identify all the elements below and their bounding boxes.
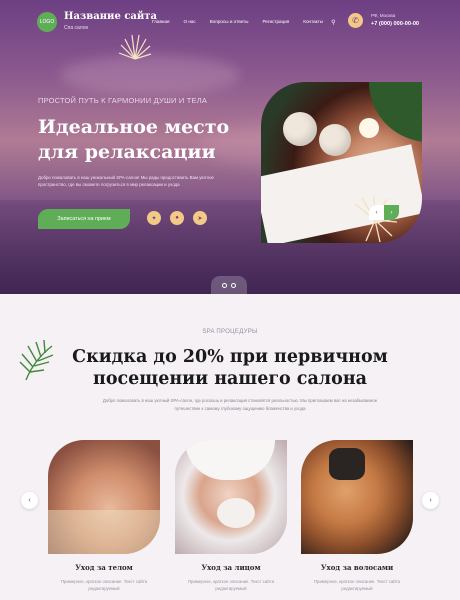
hero-slider-prev-button[interactable]: ‹ [369, 205, 384, 220]
hero-kicker: ПРОСТОЙ ПУТЬ К ГАРМОНИИ ДУШИ И ТЕЛА [38, 96, 208, 105]
nav-item-registration[interactable]: Регистрация [262, 19, 289, 26]
slider-dot[interactable] [231, 282, 236, 288]
nav-item-home[interactable]: Главная [152, 19, 169, 26]
site-subtitle: Спа салон [64, 25, 89, 31]
phone-icon[interactable]: ✆ [348, 13, 363, 28]
card-description: Примерное, краткое описание. Текст сайта… [187, 579, 275, 591]
hero-description: Добро пожаловать в наш уникальный SPA-са… [38, 175, 214, 187]
site-title[interactable]: Название сайта [64, 11, 157, 22]
card-image-face-care[interactable] [175, 440, 287, 554]
palm-leaf-icon [118, 34, 152, 60]
vk-icon[interactable]: ✦ [147, 211, 161, 225]
section-title: Скидка до 20% при первичном посещении на… [72, 347, 388, 389]
card-image-body-care[interactable] [48, 440, 160, 554]
card-description: Примерное, краткое описание. Текст сайта… [60, 579, 148, 591]
section-kicker: SPA ПРОЦЕДУРЫ [202, 329, 258, 335]
card-description: Примерное, краткое описание. Текст сайта… [313, 579, 401, 591]
palm-leaf-icon [19, 340, 54, 381]
logo[interactable]: LOGO [37, 12, 57, 32]
cards-prev-button[interactable]: ‹ [21, 492, 38, 509]
hero-title: Идеальное место для релаксации [38, 116, 230, 163]
slider-dots [211, 276, 247, 294]
nav-item-faq[interactable]: Вопросы и ответы [210, 19, 249, 26]
slider-dot[interactable] [222, 282, 227, 288]
palm-leaf-icon [354, 196, 398, 243]
ok-icon[interactable]: ● [170, 211, 184, 225]
card-title[interactable]: Уход за лицом [175, 563, 287, 572]
main-nav: Главная О нас Вопросы и ответы Регистрац… [152, 19, 350, 26]
search-icon[interactable]: ⚲ [331, 19, 335, 26]
hero-section: LOGO Название сайта Спа салон Главная О … [0, 0, 460, 294]
telegram-icon[interactable]: ➤ [193, 211, 207, 225]
card-title[interactable]: Уход за волосами [301, 563, 413, 572]
nav-item-about[interactable]: О нас [183, 19, 195, 26]
book-appointment-button[interactable]: Записаться на прием [38, 209, 130, 229]
cards-next-button[interactable]: › [422, 492, 439, 509]
city-label: РФ, Москва [371, 13, 396, 18]
phone-number[interactable]: +7 (000) 000-00-00 [371, 21, 419, 27]
card-title[interactable]: Уход за телом [48, 563, 160, 572]
card-image-hair-care[interactable] [301, 440, 413, 554]
nav-item-contacts[interactable]: Контакты [303, 19, 323, 26]
section-description: Добро пожаловать в наш уютный SPA-салон,… [102, 398, 378, 411]
